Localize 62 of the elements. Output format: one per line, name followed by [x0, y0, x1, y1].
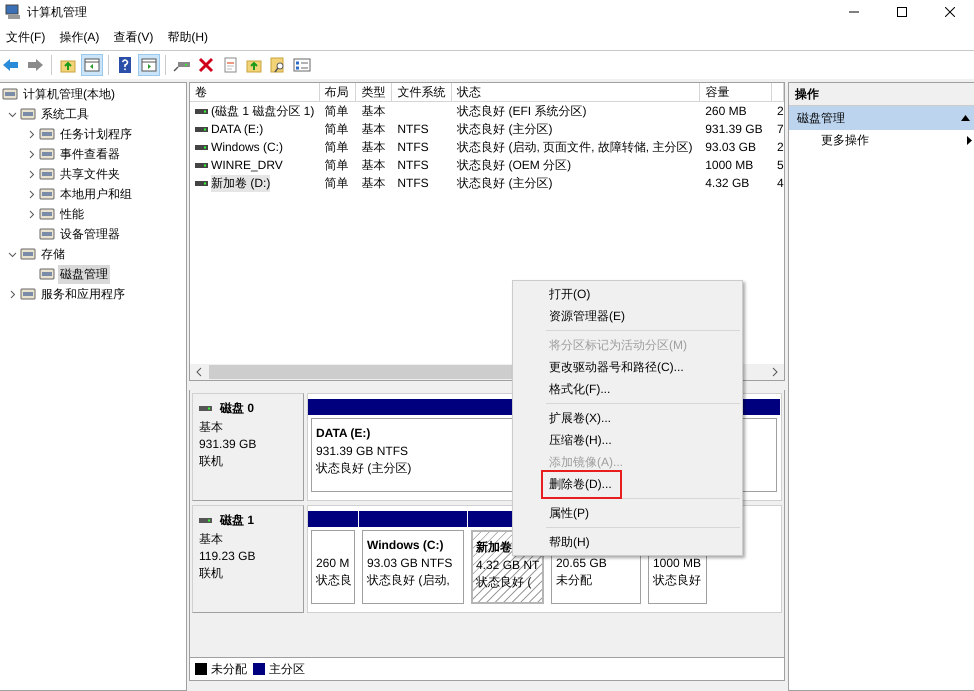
table-cell: NTFS: [397, 122, 429, 136]
table-cell: 简单: [324, 138, 349, 156]
disk-name: 磁盘 1: [220, 512, 254, 529]
table-cell: 简单: [324, 102, 349, 120]
table-cell: 简单: [324, 120, 349, 138]
actions-section-title: 磁盘管理: [797, 110, 845, 126]
table-cell: 4.32 GB: [705, 176, 750, 190]
partition-status: 状态良好: [653, 572, 701, 588]
table-cell: (磁盘 1 磁盘分区 1): [211, 102, 314, 120]
table-cell: 4: [777, 176, 784, 190]
table-cell: 简单: [324, 174, 349, 192]
partition-size: 4.32 GB NT: [476, 557, 540, 573]
table-cell: 基本: [361, 156, 386, 174]
table-cell: 新加卷 (D:): [211, 174, 270, 192]
disk-status: 联机: [199, 453, 224, 469]
table-cell: 931.39 GB: [705, 122, 763, 136]
partition-name: Windows (C:): [367, 538, 444, 554]
actions-header: 操作: [789, 83, 974, 106]
table-cell: WINRE_DRV: [211, 158, 283, 172]
partition-name: 新加卷: [476, 539, 512, 556]
table-cell: 状态良好 (主分区): [457, 120, 552, 138]
table-cell: Windows (C:): [211, 140, 284, 154]
partition-size: 93.03 GB NTFS: [367, 555, 452, 571]
partition-name: DATA (E:): [316, 426, 370, 442]
disk-status: 联机: [199, 565, 224, 581]
table-cell: NTFS: [397, 158, 429, 172]
table-cell: 状态良好 (启动, 页面文件, 故障转储, 主分区): [457, 138, 692, 156]
table-cell: 5: [777, 158, 784, 172]
table-cell: 2: [777, 104, 784, 118]
disk-size: 931.39 GB: [199, 436, 258, 452]
disk-name: 磁盘 0: [220, 400, 254, 417]
legend-label: 未分配: [211, 660, 247, 678]
table-cell: 260 MB: [705, 104, 747, 118]
partition-size: 20.65 GB: [556, 555, 607, 571]
partition-size: 260 M: [316, 555, 350, 571]
window-title: 计算机管理: [27, 4, 87, 20]
disk-type: 基本: [199, 531, 224, 547]
table-cell: 状态良好 (OEM 分区): [457, 156, 572, 174]
table-cell: 基本: [361, 138, 386, 156]
table-cell: 1000 MB: [705, 158, 754, 172]
table-cell: 简单: [324, 156, 349, 174]
partition-status: 状态良好 (启动,: [367, 572, 450, 588]
disk-size: 119.23 GB: [199, 548, 256, 564]
table-cell: 状态良好 (主分区): [457, 174, 552, 192]
partition-size: 1000 MB: [653, 555, 702, 571]
table-cell: 基本: [361, 174, 386, 192]
table-cell: NTFS: [397, 176, 429, 190]
table-cell: DATA (E:): [211, 122, 264, 136]
legend-label: 主分区: [269, 660, 305, 678]
table-cell: 基本: [361, 102, 386, 120]
partition-status: 状态良好 (主分区): [316, 460, 412, 476]
table-cell: 2: [777, 140, 784, 154]
partition-size: 931.39 GB NTFS: [316, 443, 408, 459]
table-cell: NTFS: [397, 140, 429, 154]
partition-status: 状态良好 (: [476, 574, 532, 590]
partition-status: 未分配: [556, 572, 592, 588]
table-cell: 7: [777, 122, 784, 136]
table-cell: 状态良好 (EFI 系统分区): [457, 102, 586, 120]
partition-status: 状态良: [316, 572, 352, 588]
table-cell: 93.03 GB: [705, 140, 756, 154]
disk-type: 基本: [199, 419, 224, 435]
table-cell: 基本: [361, 120, 386, 138]
